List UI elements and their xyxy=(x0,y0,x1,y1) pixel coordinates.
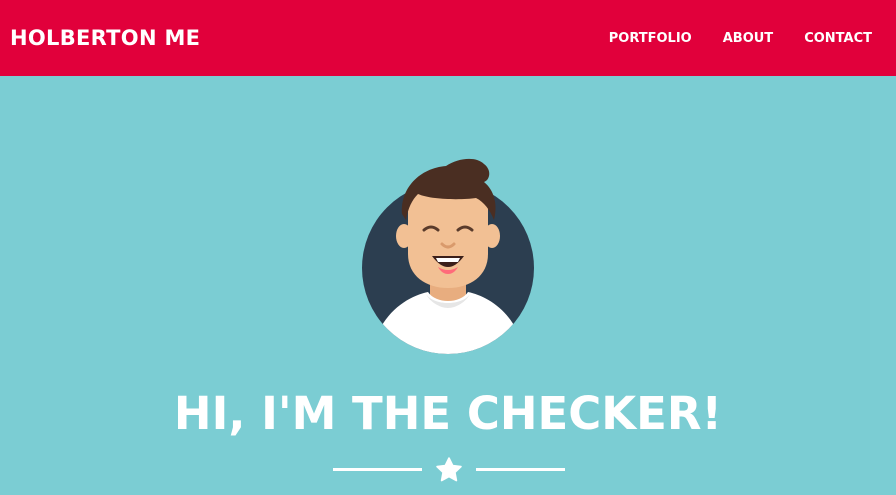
hero-title: HI, I'M THE CHECKER! xyxy=(173,387,723,440)
avatar xyxy=(362,158,534,354)
navbar: HOLBERTON ME PORTFOLIO ABOUT CONTACT xyxy=(0,0,896,76)
divider-line-right xyxy=(476,468,565,471)
nav-link-contact[interactable]: CONTACT xyxy=(804,31,872,46)
nav-links: PORTFOLIO ABOUT CONTACT xyxy=(609,31,872,46)
brand-link[interactable]: HOLBERTON ME xyxy=(10,26,200,50)
nav-link-portfolio[interactable]: PORTFOLIO xyxy=(609,31,692,46)
hero-section: HI, I'M THE CHECKER! xyxy=(0,76,896,495)
nav-link-about[interactable]: ABOUT xyxy=(723,31,773,46)
hero-divider xyxy=(333,454,565,484)
divider-line-left xyxy=(333,468,422,471)
star-icon xyxy=(436,457,462,482)
